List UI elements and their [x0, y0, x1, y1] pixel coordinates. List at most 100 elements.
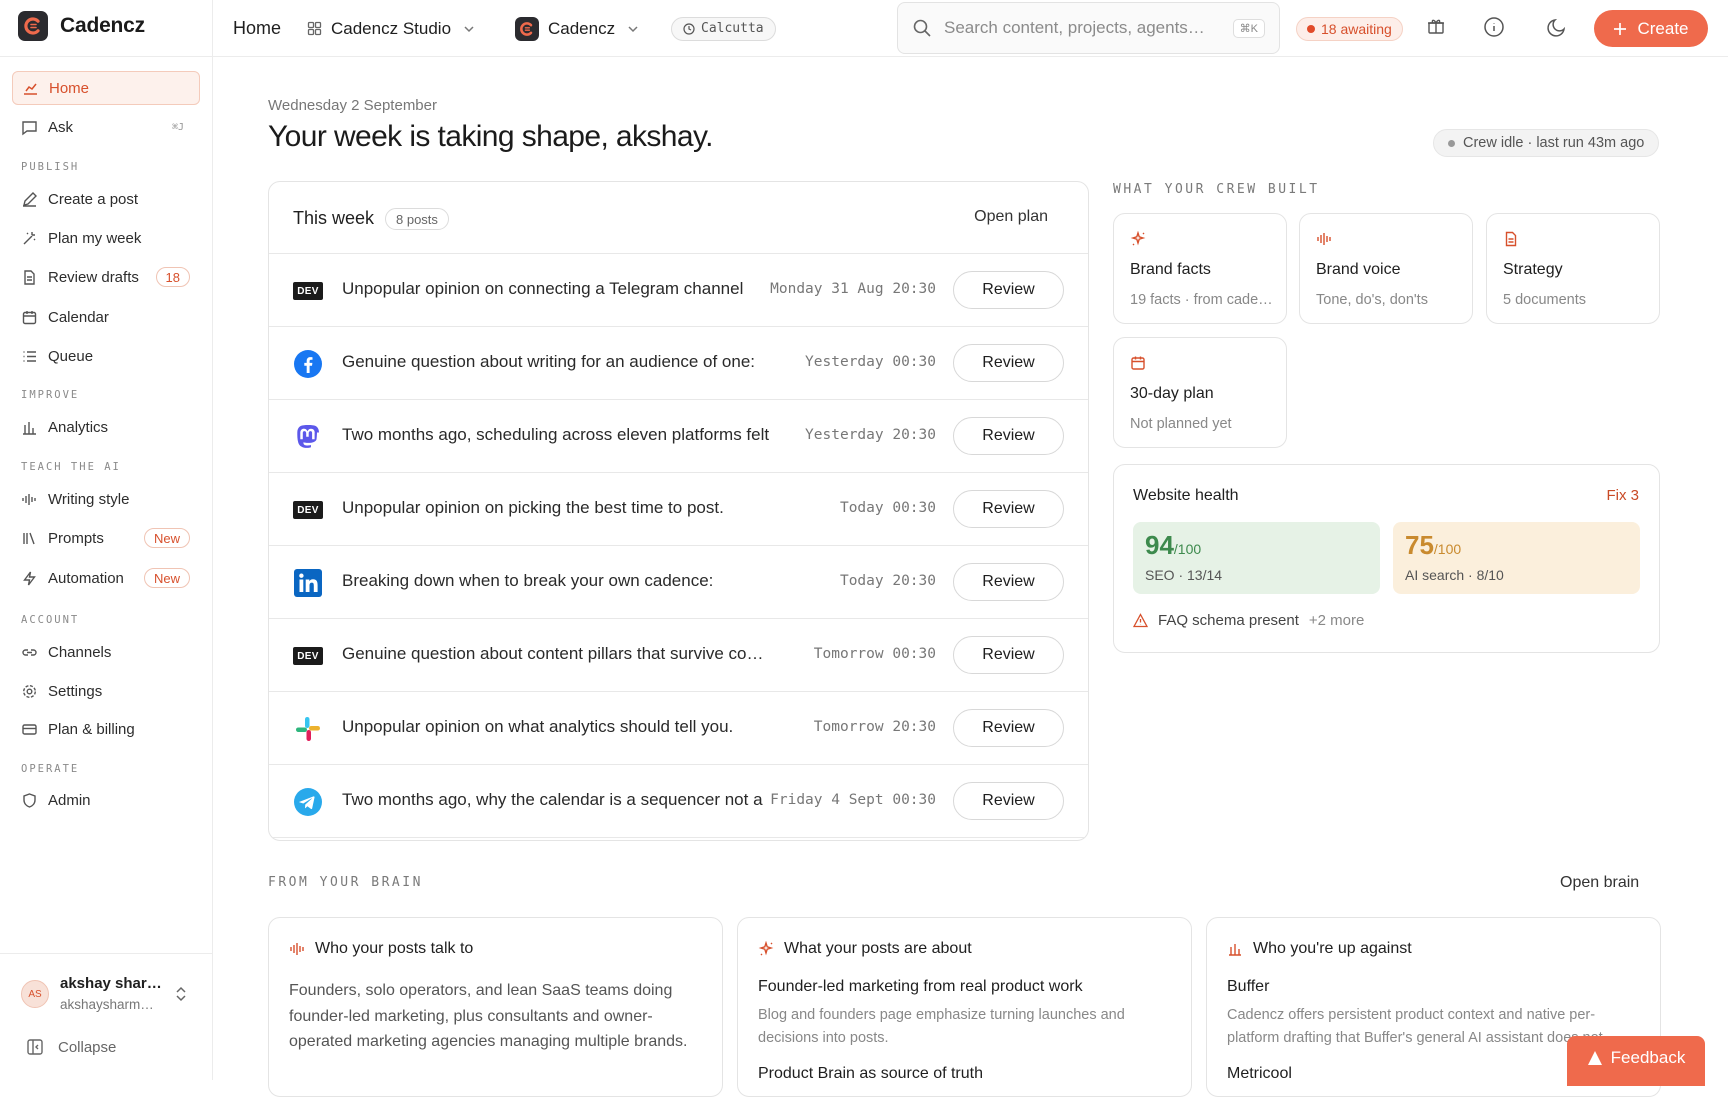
magic-wand-icon	[21, 230, 38, 247]
sidebar-collapse-icon	[26, 1038, 44, 1056]
tile-strategy[interactable]: Strategy 5 documents	[1486, 213, 1660, 324]
post-row: Unpopular opinion on what analytics shou…	[269, 692, 1088, 765]
workspace-name: Cadencz Studio	[331, 18, 452, 38]
review-button[interactable]: Review	[953, 490, 1064, 528]
waveform-icon	[289, 941, 305, 957]
brain-card-audience[interactable]: Who your posts talk to Founders, solo op…	[268, 917, 723, 1097]
post-row: DEV Unpopular opinion on picking the best…	[269, 473, 1088, 546]
search-placeholder: Search content, projects, agents…	[944, 18, 1205, 37]
review-button[interactable]: Review	[953, 563, 1064, 601]
post-title[interactable]: Two months ago, scheduling across eleven…	[342, 425, 769, 445]
brain-section-label: FROM YOUR BRAIN	[268, 875, 423, 890]
post-title[interactable]: Two months ago, why the calendar is a se…	[342, 790, 763, 810]
workspace-switcher[interactable]: Cadencz Studio	[307, 0, 475, 57]
review-button[interactable]: Review	[953, 709, 1064, 747]
sparkle-icon	[1130, 231, 1146, 247]
breadcrumb-home[interactable]: Home	[233, 0, 281, 57]
post-title[interactable]: Genuine question about writing for an au…	[342, 352, 755, 372]
sidebar-item-review-drafts[interactable]: Review drafts 18	[12, 260, 200, 294]
tile-brand-facts[interactable]: Brand facts 19 facts · from cadencz.com	[1113, 213, 1287, 324]
card-title: What your posts are about	[784, 940, 972, 957]
tile-brand-voice[interactable]: Brand voice Tone, do's, don'ts	[1299, 213, 1473, 324]
tile-30-day-plan[interactable]: 30-day plan Not planned yet	[1113, 337, 1287, 448]
review-button[interactable]: Review	[953, 782, 1064, 820]
drafts-count-badge: 18	[155, 267, 190, 287]
user-card[interactable]	[0, 953, 213, 1080]
feedback-label: Feedback	[1610, 1048, 1686, 1067]
sidebar-item-label: Analytics	[48, 418, 109, 436]
section-label-teach: TEACH THE AI	[21, 461, 121, 473]
post-schedule-time: Yesterday 00:30	[805, 354, 936, 370]
sidebar-item-analytics[interactable]: Analytics	[12, 410, 200, 444]
fix-link[interactable]: Fix 3	[1606, 487, 1639, 504]
gift-icon[interactable]	[1426, 16, 1450, 40]
awaiting-label: 18 awaiting	[1321, 21, 1392, 37]
review-button[interactable]: Review	[953, 636, 1064, 674]
post-schedule-time: Friday 4 Sept 00:30	[770, 792, 936, 808]
topic-title: Founder-led marketing from real product …	[758, 978, 1083, 995]
waveform-icon	[21, 491, 38, 508]
seo-score[interactable]: 94/100 SEO · 13/14	[1133, 522, 1380, 594]
post-schedule-time: Today 00:30	[839, 500, 936, 516]
tile-subtitle: 19 facts · from cadencz.com	[1130, 292, 1276, 308]
ai-search-score[interactable]: 75/100 AI search · 8/10	[1393, 522, 1640, 594]
section-label-publish: PUBLISH	[21, 161, 80, 173]
sidebar-item-channels[interactable]: Channels	[12, 635, 200, 669]
audience-description: Founders, solo operators, and lean SaaS …	[289, 982, 688, 1050]
post-title[interactable]: Breaking down when to break your own cad…	[342, 571, 713, 591]
awaiting-badge[interactable]: 18 awaiting	[1296, 17, 1403, 41]
post-title[interactable]: Unpopular opinion on what analytics shou…	[342, 717, 733, 737]
sidebar-item-home[interactable]: Home	[12, 71, 200, 105]
posts-count-badge: 8 posts	[385, 208, 449, 230]
collapse-button[interactable]: Collapse	[26, 1038, 116, 1056]
sidebar-item-plan-week[interactable]: Plan my week	[12, 221, 200, 255]
sidebar-item-label: Writing style	[48, 490, 130, 508]
sidebar-item-prompts[interactable]: Prompts New	[12, 521, 200, 555]
info-icon[interactable]	[1483, 16, 1507, 40]
review-button[interactable]: Review	[953, 344, 1064, 382]
post-title[interactable]: Genuine question about content pillars t…	[342, 644, 770, 664]
review-button[interactable]: Review	[953, 271, 1064, 309]
sidebar-item-create-post[interactable]: Create a post	[12, 182, 200, 216]
lightning-icon	[21, 570, 38, 587]
health-title: Website health	[1133, 487, 1239, 504]
sidebar-item-ask[interactable]: Ask ⌘J	[12, 110, 200, 144]
sidebar-item-calendar[interactable]: Calendar	[12, 300, 200, 334]
gear-icon	[21, 683, 38, 700]
sidebar-item-admin[interactable]: Admin	[12, 783, 200, 817]
timezone-pill[interactable]: Calcutta	[671, 0, 776, 57]
brand-switcher[interactable]: Cadencz	[515, 0, 639, 57]
review-button[interactable]: Review	[953, 417, 1064, 455]
post-row: Breaking down when to break your own cad…	[269, 546, 1088, 619]
feedback-button[interactable]: Feedback	[1567, 1036, 1705, 1086]
sidebar-item-automation[interactable]: Automation New	[12, 561, 200, 595]
health-issue[interactable]: FAQ schema present +2 more	[1133, 612, 1364, 629]
post-title[interactable]: Unpopular opinion on picking the best ti…	[342, 498, 724, 518]
chevron-updown-icon[interactable]	[174, 985, 188, 1003]
open-brain-link[interactable]: Open brain	[1560, 874, 1639, 892]
user-name: akshay shar…	[60, 975, 162, 992]
open-plan-link[interactable]: Open plan	[974, 208, 1048, 226]
library-icon	[21, 530, 38, 547]
sidebar-item-label: Automation	[48, 569, 124, 587]
search-input[interactable]: Search content, projects, agents… ⌘K	[897, 2, 1280, 54]
sidebar-item-queue[interactable]: Queue	[12, 339, 200, 373]
seo-score-label: SEO · 13/14	[1145, 567, 1223, 583]
brain-card-topics[interactable]: What your posts are about Founder-led ma…	[737, 917, 1192, 1097]
current-date: Wednesday 2 September	[268, 97, 437, 114]
feedback-icon	[1587, 1050, 1603, 1066]
brand[interactable]: Cadencz	[18, 10, 145, 42]
sidebar-item-billing[interactable]: Plan & billing	[12, 712, 200, 746]
sidebar-item-writing-style[interactable]: Writing style	[12, 482, 200, 516]
card-title: Who you're up against	[1253, 940, 1412, 957]
post-title[interactable]: Unpopular opinion on connecting a Telegr…	[342, 279, 743, 299]
sidebar-item-label: Admin	[48, 791, 91, 809]
tile-title: 30-day plan	[1130, 385, 1214, 402]
tile-subtitle: 5 documents	[1503, 292, 1587, 308]
post-schedule-time: Tomorrow 00:30	[813, 646, 936, 662]
create-button[interactable]: Create	[1594, 10, 1708, 47]
week-title: This week	[293, 208, 375, 228]
sidebar-item-settings[interactable]: Settings	[12, 674, 200, 708]
search-shortcut: ⌘K	[1232, 18, 1265, 38]
moon-icon[interactable]	[1546, 16, 1570, 40]
